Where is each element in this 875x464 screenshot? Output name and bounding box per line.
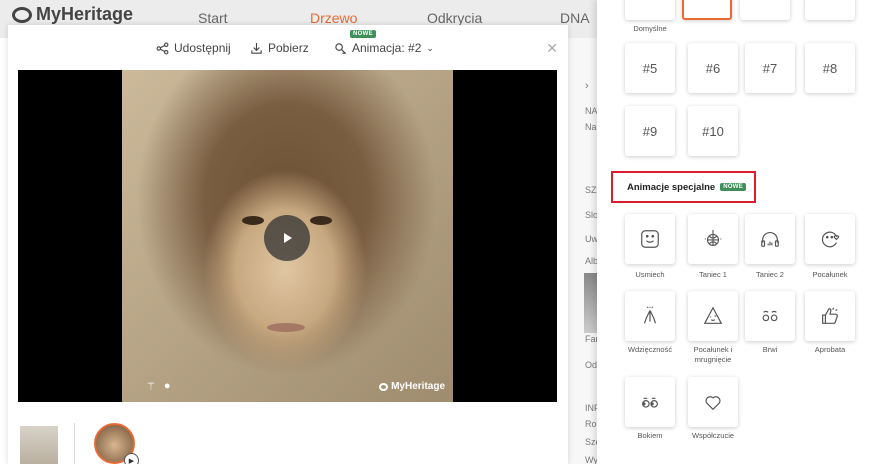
special-sympathy[interactable] (688, 377, 738, 427)
download-button[interactable]: Pobierz (250, 41, 309, 55)
animation-card-4[interactable]: #4 (805, 0, 855, 20)
bg-text: Na (585, 122, 597, 132)
app-screen: MyHeritage Start Drzewo Odkrycia DNA › N… (0, 0, 875, 464)
watermark: MyHeritage (379, 381, 445, 392)
photo-viewer[interactable]: ⚚ ● MyHeritage (18, 70, 557, 402)
animation-card-7[interactable]: #7 (745, 43, 795, 93)
animation-dropdown[interactable]: Animacja: #2 ⌄ (334, 41, 434, 55)
new-badge: NOWE (350, 30, 376, 38)
animation-card-10[interactable]: #10 (688, 106, 738, 156)
card-label: #10 (702, 123, 724, 139)
special-dance-2[interactable] (745, 214, 795, 264)
special-label: Aprobata (814, 345, 846, 354)
enhance-tools: ⚚ ● (146, 380, 171, 393)
card-label: #7 (762, 60, 778, 76)
modal-toolbar: Udostępnij Pobierz NOWE Animacja: #2 ⌄ ✕ (8, 25, 568, 69)
chevron-right-icon[interactable]: › (585, 80, 589, 92)
praying-hands-icon (643, 306, 657, 324)
section-title: Animacje specjalne (627, 181, 716, 193)
side-eyes-icon (642, 397, 658, 408)
logo-text: MyHeritage (36, 4, 134, 24)
play-button[interactable] (264, 215, 310, 261)
play-small-icon: ▶ (124, 453, 139, 464)
watermark-logo-icon (379, 382, 389, 391)
animation-card-5[interactable]: #5 (625, 43, 675, 93)
special-dance-1[interactable] (688, 214, 738, 264)
download-icon (251, 42, 262, 54)
logo-icon (12, 6, 32, 23)
share-label: Udostępnij (174, 41, 231, 55)
heart-icon (705, 396, 721, 411)
special-smile[interactable] (625, 214, 675, 264)
share-button[interactable]: Udostępnij (156, 41, 231, 55)
portrait-mouth (267, 323, 305, 332)
eyebrows-icon (762, 310, 778, 322)
share-icon (156, 42, 169, 54)
animate-icon[interactable]: ● (164, 380, 171, 393)
chevron-down-icon: ⌄ (426, 42, 434, 53)
magic-wand-icon[interactable]: ⚚ (146, 380, 156, 393)
animation-card-6[interactable]: #6 (688, 43, 738, 93)
close-icon[interactable]: ✕ (546, 40, 558, 57)
animation-label: Animacja: #2 (352, 41, 422, 55)
special-label: Bokiem (637, 431, 663, 440)
special-sideways[interactable] (625, 377, 675, 427)
card-label: #6 (705, 60, 721, 76)
watermark-text: MyHeritage (391, 381, 445, 392)
card-label: #8 (822, 60, 838, 76)
animation-card-9[interactable]: #9 (625, 106, 675, 156)
card-label: #2 (700, 0, 714, 3)
special-approval[interactable] (805, 291, 855, 341)
nav-start[interactable]: Start (198, 10, 228, 26)
animation-card-1[interactable]: #1 (625, 0, 675, 20)
logo[interactable]: MyHeritage (12, 4, 133, 25)
card-label: #5 (642, 60, 658, 76)
special-label: Wdzięczność (627, 345, 673, 354)
smile-icon (641, 230, 659, 248)
photo-modal: Udostępnij Pobierz NOWE Animacja: #2 ⌄ ✕ (8, 25, 568, 464)
thumbnail-original[interactable] (20, 426, 58, 464)
new-badge: NOWE (720, 183, 747, 191)
nav-drzewo[interactable]: Drzewo (310, 10, 357, 26)
special-animations-heading: Animacje specjalne NOWE (611, 171, 756, 203)
animation-card-8[interactable]: #8 (805, 43, 855, 93)
special-gratitude[interactable] (625, 291, 675, 341)
card-label: #1 (643, 0, 657, 3)
bg-text: NA (585, 106, 598, 116)
wink-icon (703, 306, 723, 324)
special-label: Usmiech (635, 270, 665, 279)
animation-panel: #1 #2 #3 #4 Domyślne #5 #6 #7 #8 #9 #10 … (597, 0, 875, 464)
special-label: Pocałunek (812, 270, 848, 279)
thumbnail-strip: ▶ (8, 419, 568, 464)
card-label: #3 (758, 0, 772, 3)
divider (74, 423, 75, 464)
headphones-icon (761, 232, 779, 247)
special-eyebrows[interactable] (745, 291, 795, 341)
special-kiss-wink[interactable] (688, 291, 738, 341)
animation-card-2[interactable]: #2 (682, 0, 732, 20)
card-label: #4 (823, 0, 837, 3)
card-label: #9 (642, 123, 658, 139)
default-caption: Domyślne (633, 24, 667, 33)
thumbnail-animated[interactable]: ▶ (94, 423, 139, 464)
nav-odkrycia[interactable]: Odkrycia (427, 10, 482, 26)
special-label: Współczucie (691, 431, 735, 440)
nav-dna[interactable]: DNA (560, 10, 590, 26)
special-kiss[interactable] (805, 214, 855, 264)
animation-card-3[interactable]: #3 (740, 0, 790, 20)
download-label: Pobierz (268, 41, 309, 55)
disco-ball-icon (704, 229, 722, 246)
portrait-eye (242, 216, 264, 225)
portrait-eye (310, 216, 332, 225)
kiss-icon (821, 231, 840, 248)
animation-icon (335, 42, 347, 54)
thumbs-up-icon (822, 307, 838, 324)
